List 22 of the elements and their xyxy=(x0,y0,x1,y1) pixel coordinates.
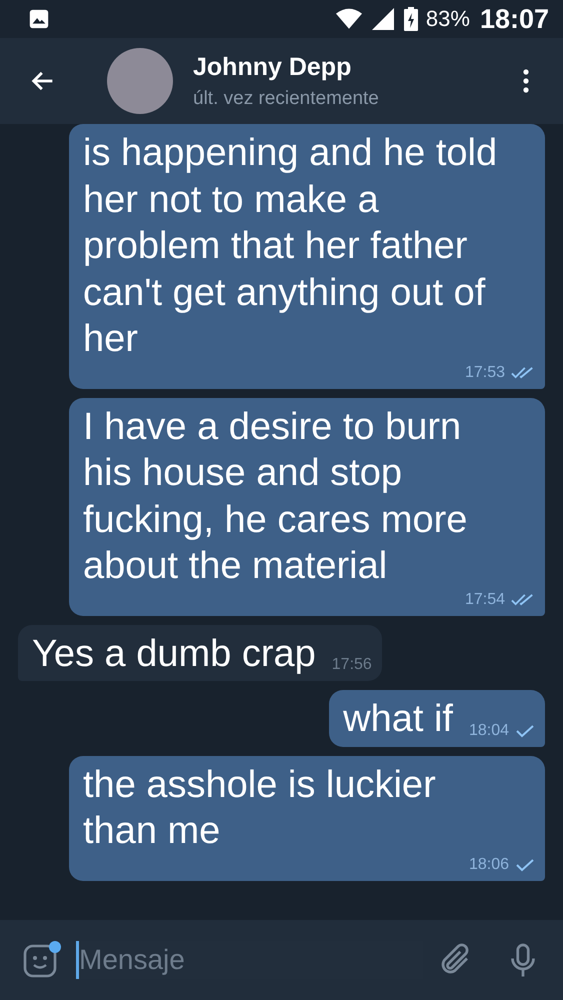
wifi-icon xyxy=(336,8,362,30)
image-icon xyxy=(28,8,50,30)
clock-time: 18:07 xyxy=(480,4,549,34)
battery-percent: 83% xyxy=(426,6,470,32)
message-time: 17:54 xyxy=(464,590,505,610)
message-text: what if xyxy=(343,697,453,742)
message-text: I have a desire to burn his house and stop fucking, he cares more about the material xyxy=(83,404,468,589)
message-time: 18:04 xyxy=(468,720,509,740)
signal-icon xyxy=(372,8,394,30)
more-vertical-icon xyxy=(523,69,529,93)
last-seen-status: últ. vez recientemente xyxy=(193,88,380,110)
message-text: Yes a dumb crap xyxy=(32,632,316,676)
message-time: 18:06 xyxy=(468,854,509,874)
message-time: 17:56 xyxy=(332,655,372,675)
contact-name: Johnny Depp xyxy=(193,52,352,82)
message-composer[interactable]: Mensaje xyxy=(0,920,563,1000)
message-text: the asshole is luckier than me xyxy=(83,762,437,854)
message-text: is happening and he told her not to make a problem that her father can't get anything out of her xyxy=(83,131,498,362)
sticker-smiley-icon xyxy=(22,940,62,980)
battery-icon xyxy=(404,7,418,31)
message-time: 17:53 xyxy=(464,362,505,382)
sticker-button[interactable] xyxy=(22,940,62,980)
